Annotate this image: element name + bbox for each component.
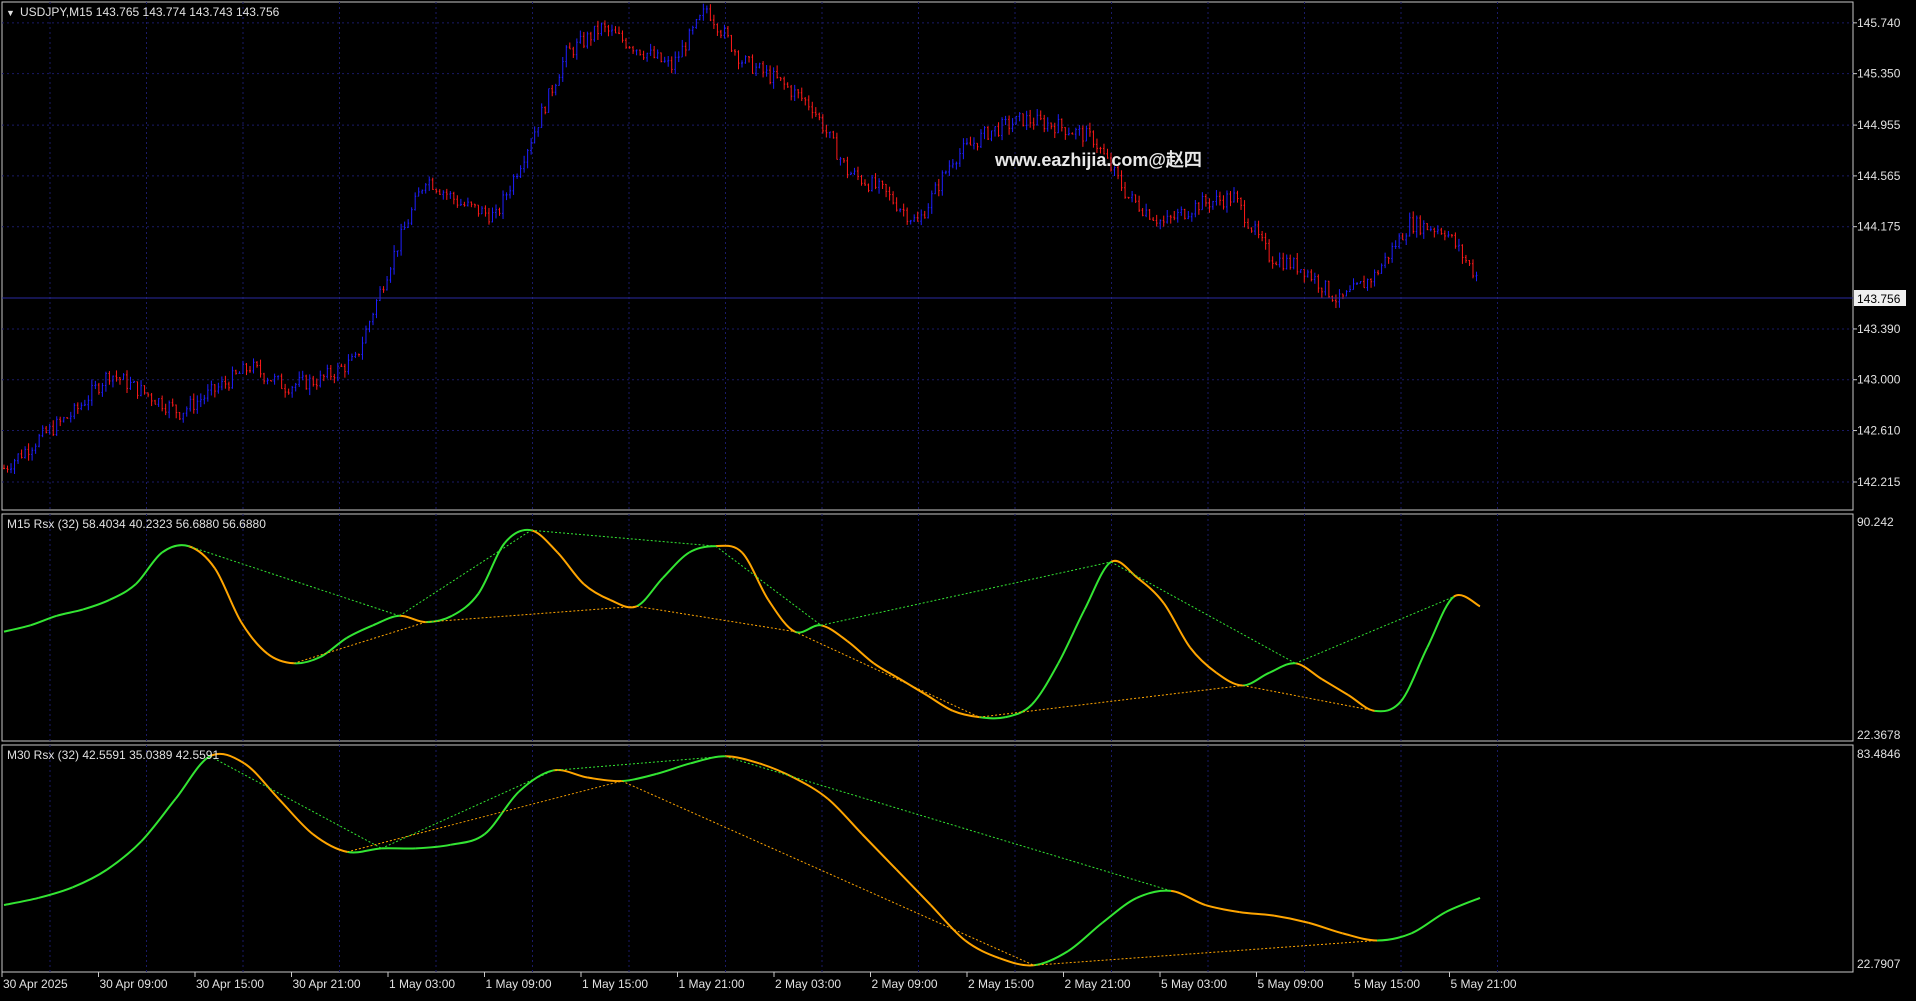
price-axis: 145.740 145.350 144.955 144.565 144.175 143.3…: [1853, 16, 1901, 489]
time-label: 30 Apr 21:00: [293, 977, 361, 991]
time-label: 2 May 21:00: [1065, 977, 1131, 991]
trading-terminal: ▼ USDJPY,M15 143.765 143.774 143.743 143…: [0, 0, 1916, 996]
main-chart-header: USDJPY,M15 143.765 143.774 143.743 143.7…: [20, 5, 280, 19]
current-price-label: 143.756: [1857, 292, 1901, 306]
m15-panel-frame: [2, 514, 1853, 741]
time-label: 2 May 09:00: [872, 977, 938, 991]
price-label: 145.350: [1857, 67, 1901, 81]
time-label: 30 Apr 2025: [3, 977, 68, 991]
time-label: 5 May 21:00: [1451, 977, 1517, 991]
m30-panel-frame: [2, 745, 1853, 972]
rsx-segment: [979, 717, 1005, 718]
time-label: 30 Apr 09:00: [100, 977, 168, 991]
m15-axis-max: 90.242: [1857, 515, 1894, 529]
time-label: 2 May 03:00: [775, 977, 841, 991]
m30-axis-max: 83.4846: [1857, 747, 1901, 761]
chart-area[interactable]: ▼ USDJPY,M15 143.765 143.774 143.743 143…: [0, 0, 1916, 996]
main-panel-frame: [2, 2, 1853, 510]
time-label: 5 May 03:00: [1161, 977, 1227, 991]
price-label: 142.610: [1857, 424, 1901, 438]
time-label: 1 May 15:00: [582, 977, 648, 991]
price-label: 142.215: [1857, 475, 1901, 489]
price-label: 143.000: [1857, 373, 1901, 387]
price-label: 144.565: [1857, 169, 1901, 183]
symbol-dropdown-caret[interactable]: ▼: [6, 8, 15, 18]
m15-axis-min: 22.3678: [1857, 728, 1901, 742]
price-label: 145.740: [1857, 16, 1901, 30]
time-label: 1 May 21:00: [679, 977, 745, 991]
time-label: 30 Apr 15:00: [196, 977, 264, 991]
time-label: 2 May 15:00: [968, 977, 1034, 991]
time-label: 5 May 09:00: [1258, 977, 1324, 991]
m30-axis-min: 22.7907: [1857, 957, 1901, 971]
m15-indicator-header: M15 Rsx (32) 58.4034 40.2323 56.6880 56.…: [7, 517, 266, 531]
price-label: 144.955: [1857, 118, 1901, 132]
time-label: 1 May 09:00: [486, 977, 552, 991]
time-axis: 30 Apr 2025 30 Apr 09:00 30 Apr 15:00 30 Ap…: [2, 972, 1517, 991]
m30-indicator-header: M30 Rsx (32) 42.5591 35.0389 42.5591: [7, 748, 219, 762]
watermark: www.eazhijia.com@赵四: [994, 149, 1202, 170]
current-price-tag: 143.756: [1854, 290, 1906, 306]
price-label: 143.390: [1857, 322, 1901, 336]
time-label: 1 May 03:00: [389, 977, 455, 991]
time-label: 5 May 15:00: [1354, 977, 1420, 991]
price-label: 144.175: [1857, 220, 1901, 234]
